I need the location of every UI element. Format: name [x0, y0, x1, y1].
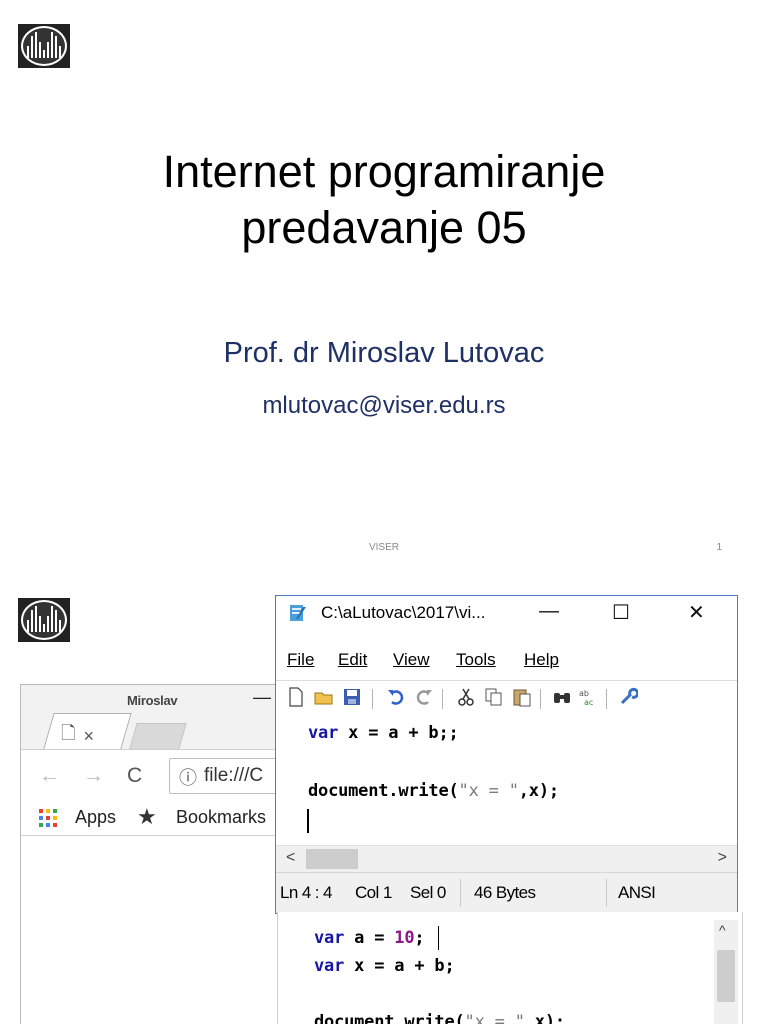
new-tab-button[interactable]: [129, 723, 187, 750]
undo-icon[interactable]: [386, 687, 406, 707]
status-line: Ln 4 : 4: [280, 883, 333, 902]
info-icon[interactable]: ⓘ: [179, 764, 197, 790]
svg-text:ab: ab: [579, 689, 589, 698]
apps-link[interactable]: Apps: [75, 807, 116, 828]
code-line-1: var x = a + b;;: [308, 723, 459, 743]
vertical-scrollbar[interactable]: ^: [714, 920, 738, 1024]
toolbar-separator: [372, 689, 373, 709]
slide-2: Miroslav — 🗋 × ← → C ⓘ file:///C Apps ★ …: [0, 576, 768, 1024]
code-text: document.write(: [308, 781, 459, 801]
chrome-profile-name[interactable]: Miroslav: [127, 693, 178, 708]
scroll-up-icon[interactable]: ^: [719, 922, 726, 938]
viser-logo-icon: [18, 598, 70, 642]
status-separator: [460, 879, 461, 907]
notepad-toolbar: ab ac: [276, 680, 737, 718]
save-icon[interactable]: [342, 687, 362, 707]
menu-tools[interactable]: Tools: [456, 650, 496, 670]
code-string: "x = ": [458, 781, 519, 801]
code-text: ,x);: [524, 1012, 565, 1024]
code-text: a =: [344, 928, 395, 948]
code-keyword: var: [314, 928, 345, 948]
title-line-1: Internet programiranje: [162, 146, 606, 197]
star-icon: ★: [137, 804, 157, 829]
goto-wrench-icon[interactable]: [618, 687, 638, 707]
code-keyword: var: [314, 956, 345, 976]
document-icon: 🗋: [61, 723, 76, 743]
status-bar: Ln 4 : 4 Col 1 Sel 0 46 Bytes ANSI: [276, 872, 737, 913]
toolbar-separator: [540, 689, 541, 709]
scroll-thumb[interactable]: [306, 849, 358, 869]
code-text: ,x);: [518, 781, 559, 801]
open-folder-icon[interactable]: [314, 687, 334, 707]
redo-icon[interactable]: [414, 687, 434, 707]
code-text: x = a + b;: [344, 956, 455, 976]
reload-icon[interactable]: C: [127, 764, 142, 788]
scroll-left-icon[interactable]: <: [286, 849, 295, 867]
find-binoculars-icon[interactable]: [552, 687, 572, 707]
notepad-titlebar: C:\aLutovac\2017\vi... — ☐ ✕: [276, 596, 737, 630]
paste-icon[interactable]: [512, 687, 532, 707]
tab-close-icon[interactable]: ×: [83, 726, 94, 747]
footer-label: VISER: [368, 542, 399, 553]
chrome-minimize-button[interactable]: —: [253, 687, 271, 708]
notepad-window: C:\aLutovac\2017\vi... — ☐ ✕ File Edit V…: [275, 595, 738, 914]
code-editor[interactable]: var x = a + b;; document.write("x = ",x)…: [276, 717, 737, 845]
text-caret: [307, 809, 309, 833]
code-line-4: document.write("x = ",x);: [314, 1012, 565, 1024]
code-string: "x = ": [464, 1012, 525, 1024]
menu-help[interactable]: Help: [524, 650, 559, 670]
new-file-icon[interactable]: [286, 687, 306, 707]
code-text: x = a + b;;: [338, 723, 459, 743]
code-keyword: var: [308, 723, 339, 743]
tab-content: 🗋 ×: [61, 721, 94, 751]
toolbar-separator: [606, 689, 607, 709]
code-line-1: var a = 10;: [314, 928, 425, 948]
code-line-3: document.write("x = ",x);: [308, 781, 559, 801]
menu-view[interactable]: View: [393, 650, 430, 670]
viser-logo-icon: [18, 24, 70, 68]
maximize-button[interactable]: ☐: [612, 600, 630, 625]
status-column: Col 1: [355, 883, 392, 902]
author-name: Prof. dr Miroslav Lutovac: [223, 337, 545, 369]
code-number: 10: [394, 928, 415, 948]
title-line-2: predavanje 05: [241, 202, 527, 253]
menu-file[interactable]: File: [287, 650, 314, 670]
text-caret: [438, 926, 439, 950]
toolbar-separator: [442, 689, 443, 709]
minimize-button[interactable]: —: [539, 600, 559, 623]
status-selection: Sel 0: [410, 883, 446, 902]
code-text: ;: [414, 928, 425, 948]
svg-text:ac: ac: [584, 698, 593, 707]
page-number: 1: [716, 542, 722, 553]
back-arrow-icon[interactable]: ←: [39, 764, 60, 788]
slide-1: Internet programiranje predavanje 05 Pro…: [0, 0, 768, 576]
notepad-app-icon: [290, 605, 306, 621]
status-bytes: 46 Bytes: [474, 883, 536, 902]
menu-bar: File Edit View Tools Help: [276, 644, 737, 672]
horizontal-scrollbar[interactable]: < >: [276, 845, 737, 872]
replace-icon[interactable]: ab ac: [578, 687, 598, 707]
menu-edit[interactable]: Edit: [338, 650, 367, 670]
cut-icon[interactable]: [456, 687, 476, 707]
scroll-right-icon[interactable]: >: [718, 849, 727, 867]
slide-title: Internet programiranje predavanje 05: [0, 144, 768, 256]
apps-grid-icon[interactable]: [39, 809, 57, 827]
address-url[interactable]: file:///C: [204, 765, 263, 787]
copy-icon[interactable]: [484, 687, 504, 707]
forward-arrow-icon[interactable]: →: [83, 764, 104, 788]
close-button[interactable]: ✕: [688, 600, 705, 625]
bookmarks-link[interactable]: Bookmarks: [176, 807, 266, 828]
code-line-2: var x = a + b;: [314, 956, 455, 976]
status-separator: [606, 879, 607, 907]
code-text: document.write(: [314, 1012, 465, 1024]
notepad-window-title: C:\aLutovac\2017\vi...: [321, 603, 486, 622]
notepad-editor-bottom[interactable]: var a = 10; var x = a + b; document.writ…: [277, 912, 743, 1024]
author-email: mlutovac@viser.edu.rs: [262, 392, 506, 419]
scroll-thumb[interactable]: [717, 950, 735, 1002]
status-encoding: ANSI: [618, 883, 656, 902]
